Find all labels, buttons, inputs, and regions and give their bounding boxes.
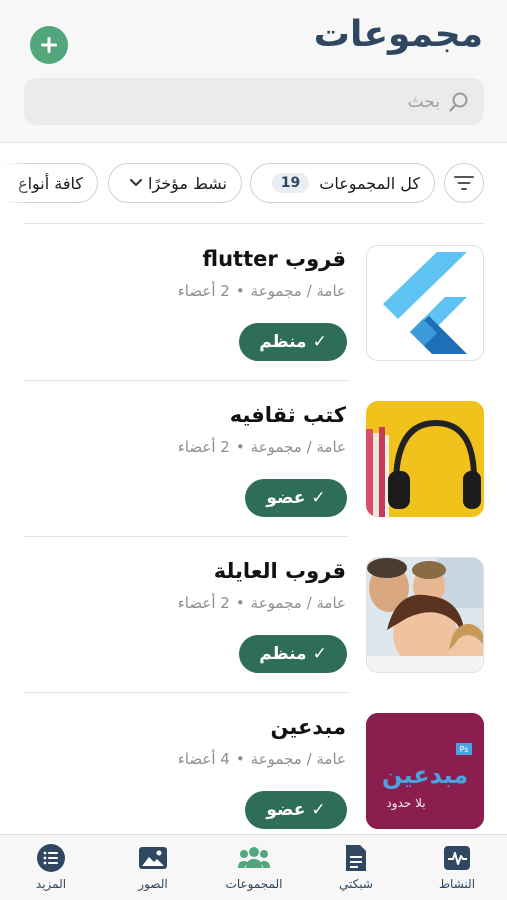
group-meta: عامة / مجموعة • 2 أعضاء bbox=[178, 438, 346, 456]
group-row[interactable]: قروب flutter عامة / مجموعة • 2 أعضاء ✓ م… bbox=[0, 225, 507, 381]
chevron-down-icon bbox=[130, 179, 142, 186]
logo-main-text: مبدعين bbox=[382, 761, 468, 789]
group-row[interactable]: كتب ثقافيه عامة / مجموعة • 2 أعضاء ✓ عضو bbox=[0, 381, 507, 537]
group-name: مبدعين bbox=[270, 715, 346, 739]
group-type: عامة / مجموعة bbox=[250, 750, 346, 768]
filter-lines-icon bbox=[454, 176, 474, 190]
member-count: 2 أعضاء bbox=[177, 594, 230, 612]
tab-label: شبكتي bbox=[339, 877, 373, 891]
checkmark-icon: ✓ bbox=[311, 488, 326, 508]
recent-label: نشط مؤخرًا bbox=[148, 173, 227, 193]
logo-sub-text: بلا حدود bbox=[386, 796, 425, 811]
group-meta: عامة / مجموعة • 2 أعضاء bbox=[178, 594, 346, 612]
tab-my-network[interactable]: شبكتي bbox=[316, 843, 396, 891]
photos-icon bbox=[136, 843, 170, 873]
tab-label: المجموعات bbox=[225, 877, 283, 891]
plus-icon bbox=[41, 37, 57, 53]
group-thumbnail[interactable] bbox=[366, 401, 484, 517]
all-groups-chip[interactable]: كل المجموعات 19 bbox=[250, 163, 435, 203]
flutter-logo-icon bbox=[367, 246, 483, 360]
checkmark-icon: ✓ bbox=[312, 644, 327, 664]
search-icon bbox=[449, 92, 468, 112]
member-count: 4 أعضاء bbox=[177, 750, 230, 768]
checkmark-icon: ✓ bbox=[312, 332, 327, 352]
group-name: كتب ثقافيه bbox=[229, 403, 346, 427]
groups-count-badge: 19 bbox=[271, 173, 310, 193]
header: مجموعات bbox=[0, 0, 507, 143]
group-meta: عامة / مجموعة • 2 أعضاء bbox=[178, 282, 346, 300]
family-photo-image bbox=[367, 558, 483, 672]
dot-separator: • bbox=[235, 282, 245, 300]
group-thumbnail[interactable] bbox=[366, 557, 484, 673]
page-title: مجموعات bbox=[313, 14, 483, 55]
group-thumbnail[interactable]: Ps مبدعين بلا حدود bbox=[366, 713, 484, 829]
groups-icon bbox=[237, 843, 271, 873]
menu-list-icon bbox=[34, 843, 68, 873]
tab-label: الصور bbox=[138, 877, 168, 891]
search-bar[interactable] bbox=[24, 78, 484, 125]
add-group-button[interactable] bbox=[30, 26, 68, 64]
status-badge[interactable]: ✓ منظم bbox=[239, 635, 347, 673]
group-name: قروب العايلة bbox=[213, 559, 346, 583]
tab-more[interactable]: المزيد bbox=[11, 843, 91, 891]
group-thumbnail[interactable] bbox=[366, 245, 484, 361]
dot-separator: • bbox=[235, 750, 245, 768]
group-name: قروب flutter bbox=[202, 247, 346, 271]
document-icon bbox=[339, 843, 373, 873]
tab-photos[interactable]: الصور bbox=[113, 843, 193, 891]
logo-badge-text: Ps bbox=[460, 745, 469, 754]
dot-separator: • bbox=[235, 594, 245, 612]
filter-button[interactable] bbox=[444, 163, 484, 203]
tab-label: النشاط bbox=[438, 877, 476, 891]
mobdeen-logo-image: Ps مبدعين بلا حدود bbox=[366, 713, 484, 829]
status-badge[interactable]: ✓ منظم bbox=[239, 323, 347, 361]
group-type: عامة / مجموعة bbox=[250, 438, 346, 456]
group-meta: عامة / مجموعة • 4 أعضاء bbox=[178, 750, 346, 768]
tab-label: المزيد bbox=[35, 877, 67, 891]
group-type: عامة / مجموعة bbox=[250, 282, 346, 300]
filter-bar: كل المجموعات 19 نشط مؤخرًا كافة أنواع bbox=[0, 162, 507, 204]
recently-active-dropdown[interactable]: نشط مؤخرًا bbox=[108, 163, 242, 203]
status-label: منظم bbox=[259, 332, 307, 352]
divider bbox=[24, 223, 484, 224]
member-count: 2 أعضاء bbox=[177, 282, 230, 300]
status-label: منظم bbox=[259, 644, 307, 664]
bottom-tab-bar: النشاط شبكتي المجموعات الصور المزيد bbox=[0, 834, 507, 900]
status-label: عضو bbox=[266, 488, 306, 508]
group-row[interactable]: قروب العايلة عامة / مجموعة • 2 أعضاء ✓ م… bbox=[0, 537, 507, 693]
dot-separator: • bbox=[235, 438, 245, 456]
status-badge[interactable]: ✓ عضو bbox=[245, 791, 347, 829]
member-count: 2 أعضاء bbox=[177, 438, 230, 456]
status-badge[interactable]: ✓ عضو bbox=[245, 479, 347, 517]
tab-activity[interactable]: النشاط bbox=[417, 843, 497, 891]
scroll-fade bbox=[0, 162, 30, 204]
search-input[interactable] bbox=[60, 91, 440, 112]
status-label: عضو bbox=[266, 800, 306, 820]
headphones-books-image bbox=[366, 401, 484, 517]
group-row[interactable]: Ps مبدعين بلا حدود مبدعين عامة / مجموعة … bbox=[0, 693, 507, 849]
activity-icon bbox=[440, 843, 474, 873]
checkmark-icon: ✓ bbox=[311, 800, 326, 820]
all-groups-label: كل المجموعات bbox=[319, 173, 420, 193]
group-type: عامة / مجموعة bbox=[250, 594, 346, 612]
tab-groups[interactable]: المجموعات bbox=[214, 843, 294, 891]
